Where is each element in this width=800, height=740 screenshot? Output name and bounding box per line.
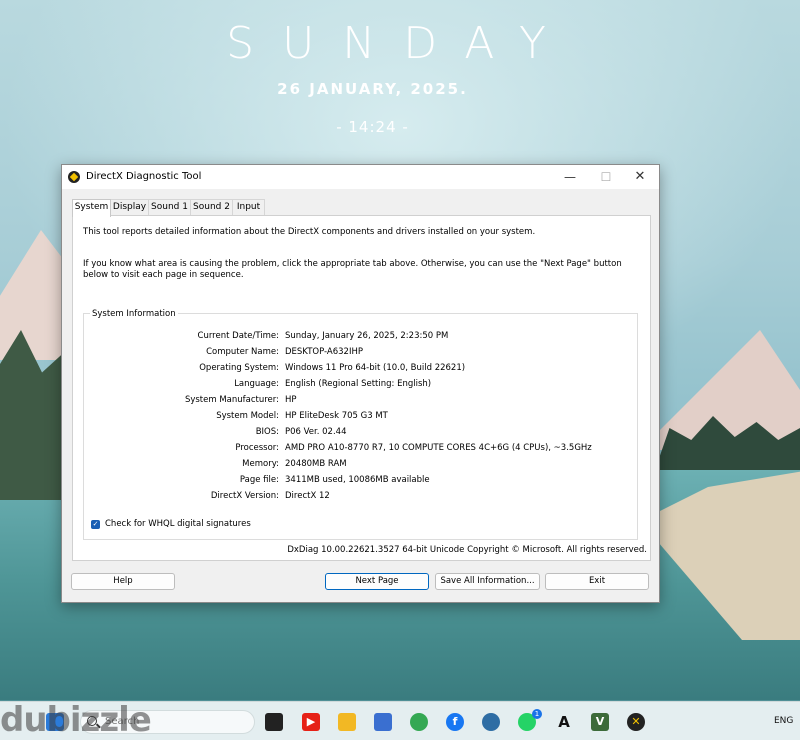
info-label: Memory: <box>242 459 279 469</box>
info-label: Processor: <box>235 443 279 453</box>
clock-time: - 14:24 - <box>336 118 409 136</box>
system-info-row: DirectX Version: DirectX 12 <box>73 491 633 505</box>
system-info-row: Operating System: Windows 11 Pro 64-bit (… <box>73 363 633 377</box>
dxdiag-window: DirectX Diagnostic Tool — ☐ ✕ System Dis… <box>61 164 660 603</box>
clock-day: SUNDAY <box>226 18 574 69</box>
tab-input[interactable]: Input <box>232 199 265 216</box>
info-value: DirectX 12 <box>285 491 330 501</box>
whql-checkbox[interactable]: ✓ <box>91 520 100 529</box>
system-info-row: Page file: 3411MB used, 10086MB available <box>73 475 633 489</box>
info-value: P06 Ver. 02.44 <box>285 427 347 437</box>
system-info-row: Processor: AMD PRO A10-8770 R7, 10 COMPUT… <box>73 443 633 457</box>
globe-icon[interactable] <box>482 713 500 731</box>
chrome-icon[interactable] <box>410 713 428 731</box>
facebook-icon[interactable]: f <box>446 713 464 731</box>
info-value: HP <box>285 395 297 405</box>
maximize-button[interactable]: ☐ <box>588 165 624 189</box>
v-app-icon[interactable]: V <box>591 713 609 731</box>
info-value: Sunday, January 26, 2025, 2:23:50 PM <box>285 331 449 341</box>
info-label: DirectX Version: <box>210 491 279 501</box>
whql-checkbox-label[interactable]: Check for WHQL digital signatures <box>105 519 251 529</box>
system-panel: This tool reports detailed information a… <box>72 215 651 561</box>
system-info-row: Memory: 20480MB RAM <box>73 459 633 473</box>
info-value: 3411MB used, 10086MB available <box>285 475 430 485</box>
youtube-icon[interactable]: ▶ <box>302 713 320 731</box>
instructions-text: If you know what area is causing the pro… <box>83 259 622 280</box>
system-info-row: Current Date/Time: Sunday, January 26, 20… <box>73 331 633 345</box>
info-label: System Manufacturer: <box>184 395 279 405</box>
minimize-button[interactable]: — <box>552 165 588 189</box>
system-info-row: BIOS: P06 Ver. 02.44 <box>73 427 633 441</box>
title-bar[interactable]: DirectX Diagnostic Tool — ☐ ✕ <box>62 165 659 189</box>
info-label: Current Date/Time: <box>197 331 279 341</box>
info-value: 20480MB RAM <box>285 459 347 469</box>
system-info-row: System Manufacturer: HP <box>73 395 633 409</box>
info-label: System Model: <box>216 411 279 421</box>
info-label: Computer Name: <box>206 347 279 357</box>
tab-display[interactable]: Display <box>110 199 149 216</box>
copyright-text: DxDiag 10.00.22621.3527 64-bit Unicode C… <box>287 545 647 555</box>
info-value: AMD PRO A10-8770 R7, 10 COMPUTE CORES 4C… <box>285 443 592 453</box>
system-info-row: Computer Name: DESKTOP-A632IHP <box>73 347 633 361</box>
system-info-row: Language: English (Regional Setting: Engl… <box>73 379 633 393</box>
a-app-icon[interactable]: A <box>555 713 573 731</box>
file-explorer-icon[interactable] <box>338 713 356 731</box>
help-button[interactable]: Help <box>71 573 175 590</box>
info-label: Operating System: <box>199 363 279 373</box>
info-label: BIOS: <box>255 427 279 437</box>
info-value: Windows 11 Pro 64-bit (10.0, Build 22621… <box>285 363 466 373</box>
tab-sound-1[interactable]: Sound 1 <box>148 199 191 216</box>
whatsapp-badge: 1 <box>532 709 542 719</box>
info-label: Page file: <box>239 475 279 485</box>
save-all-information-button[interactable]: Save All Information... <box>435 573 540 590</box>
close-button[interactable]: ✕ <box>622 165 658 189</box>
exit-button[interactable]: Exit <box>545 573 649 590</box>
directx-icon <box>68 171 80 183</box>
clock-date: 26 JANUARY, 2025. <box>277 80 468 98</box>
task-view-icon[interactable] <box>265 713 283 731</box>
microsoft-store-icon[interactable] <box>374 713 392 731</box>
info-label: Language: <box>234 379 279 389</box>
group-title: System Information <box>90 309 178 319</box>
tab-sound-2[interactable]: Sound 2 <box>190 199 233 216</box>
language-indicator[interactable]: ENG <box>774 716 793 726</box>
system-info-row: System Model: HP EliteDesk 705 G3 MT <box>73 411 633 425</box>
watermark-logo: dubizzle <box>0 700 152 740</box>
directx-taskbar-icon[interactable]: ✕ <box>627 713 645 731</box>
tab-system[interactable]: System <box>72 199 111 217</box>
window-title: DirectX Diagnostic Tool <box>86 171 202 182</box>
info-value: English (Regional Setting: English) <box>285 379 432 389</box>
info-value: HP EliteDesk 705 G3 MT <box>285 411 388 421</box>
intro-text: This tool reports detailed information a… <box>83 227 536 237</box>
next-page-button[interactable]: Next Page <box>325 573 429 590</box>
info-value: DESKTOP-A632IHP <box>285 347 363 357</box>
